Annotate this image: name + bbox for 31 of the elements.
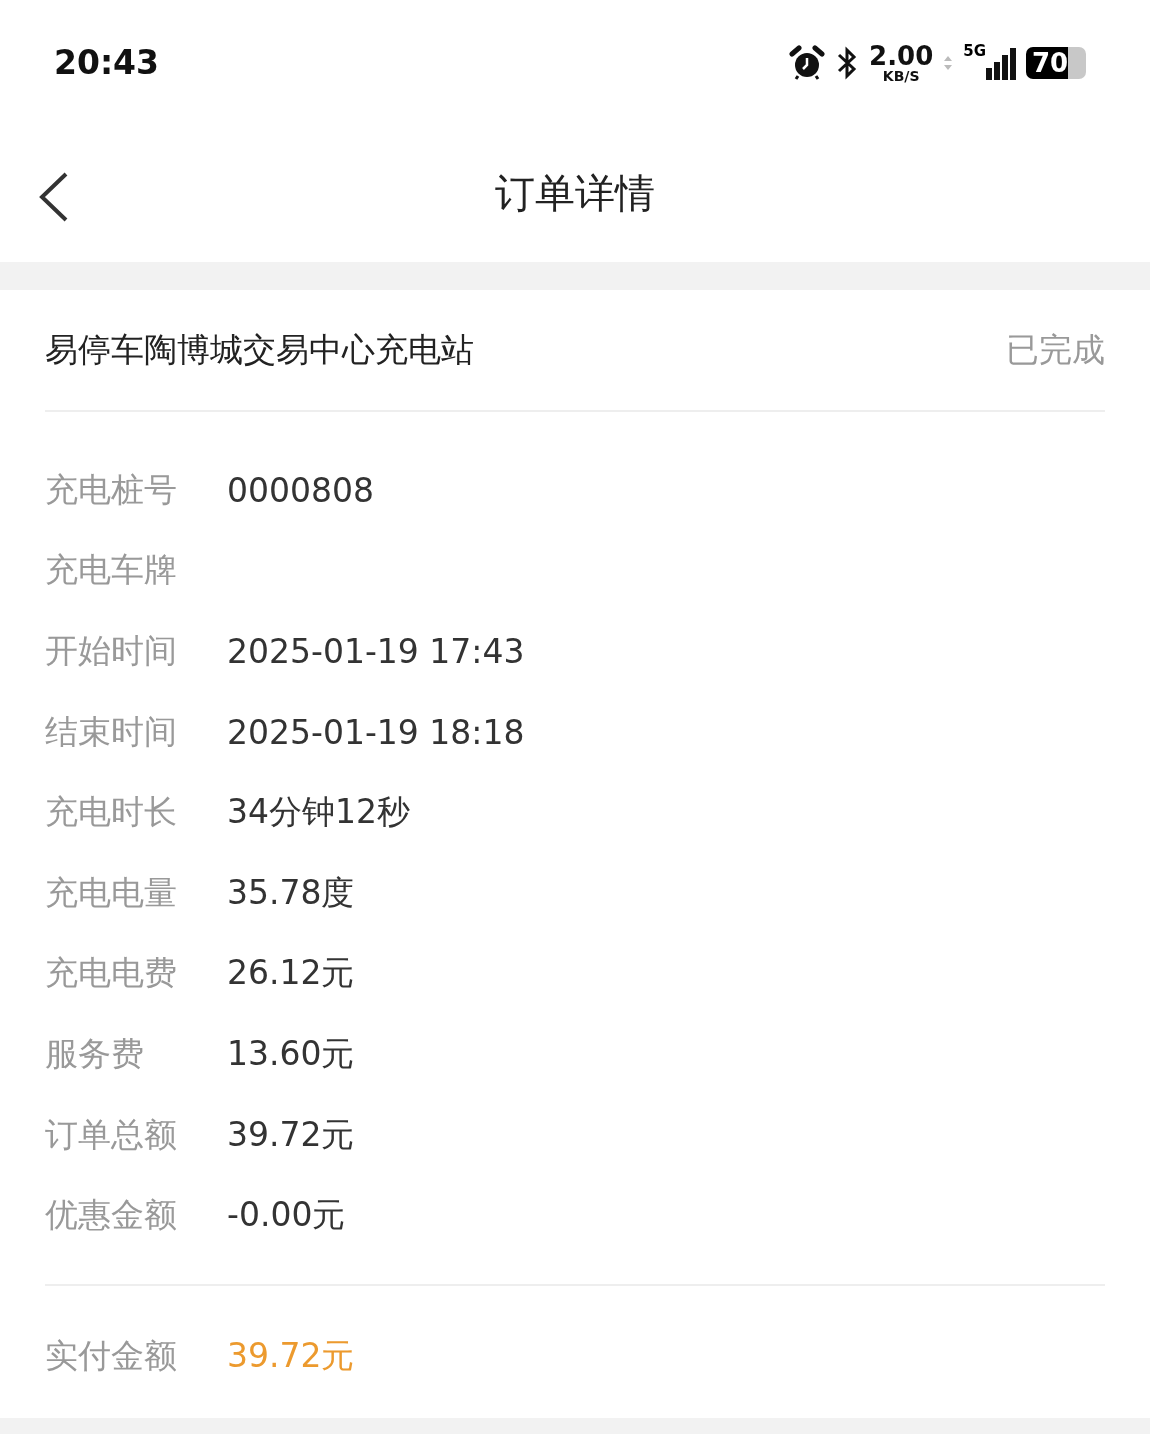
field-label: 服务费 — [45, 1032, 145, 1075]
field-value: 26.12元 — [227, 952, 355, 995]
field-label: 充电时长 — [45, 791, 178, 834]
field-value: 39.72元 — [227, 1113, 355, 1156]
field-label: 订单总额 — [45, 1113, 178, 1156]
signal-icon — [986, 45, 1016, 80]
field-value: 0000808 — [227, 470, 374, 510]
field-value: 2025-01-19 18:18 — [227, 712, 525, 752]
network-type: 5G — [963, 41, 986, 60]
field-label: 充电车牌 — [45, 549, 178, 592]
field-label: 优惠金额 — [45, 1194, 178, 1237]
alarm-clock-icon — [789, 44, 826, 81]
order-status: 已完成 — [1006, 328, 1105, 371]
battery-indicator: 70 — [1026, 46, 1086, 79]
field-label: 开始时间 — [45, 630, 178, 672]
field-value: 2025-01-19 17:43 — [227, 632, 525, 671]
field-label: 实付金额 — [45, 1335, 178, 1378]
field-label: 充电电量 — [45, 871, 178, 914]
speed-unit: KB/S — [882, 68, 920, 83]
status-time: 20:43 — [54, 43, 160, 82]
field-value: -0.00元 — [227, 1194, 346, 1237]
field-label: 充电桩号 — [45, 468, 178, 511]
field-value: 35.78度 — [227, 871, 355, 914]
network-speed: 2.00 — [869, 42, 934, 69]
field-value: 13.60元 — [227, 1032, 355, 1075]
field-label: 结束时间 — [45, 710, 178, 753]
paid-amount: 39.72元 — [227, 1335, 355, 1378]
page-title: 订单详情 — [495, 169, 655, 218]
field-label: 充电电费 — [45, 952, 178, 995]
station-name: 易停车陶博城交易中心充电站 — [45, 328, 474, 371]
field-value: 34分钟12秒 — [227, 791, 410, 834]
